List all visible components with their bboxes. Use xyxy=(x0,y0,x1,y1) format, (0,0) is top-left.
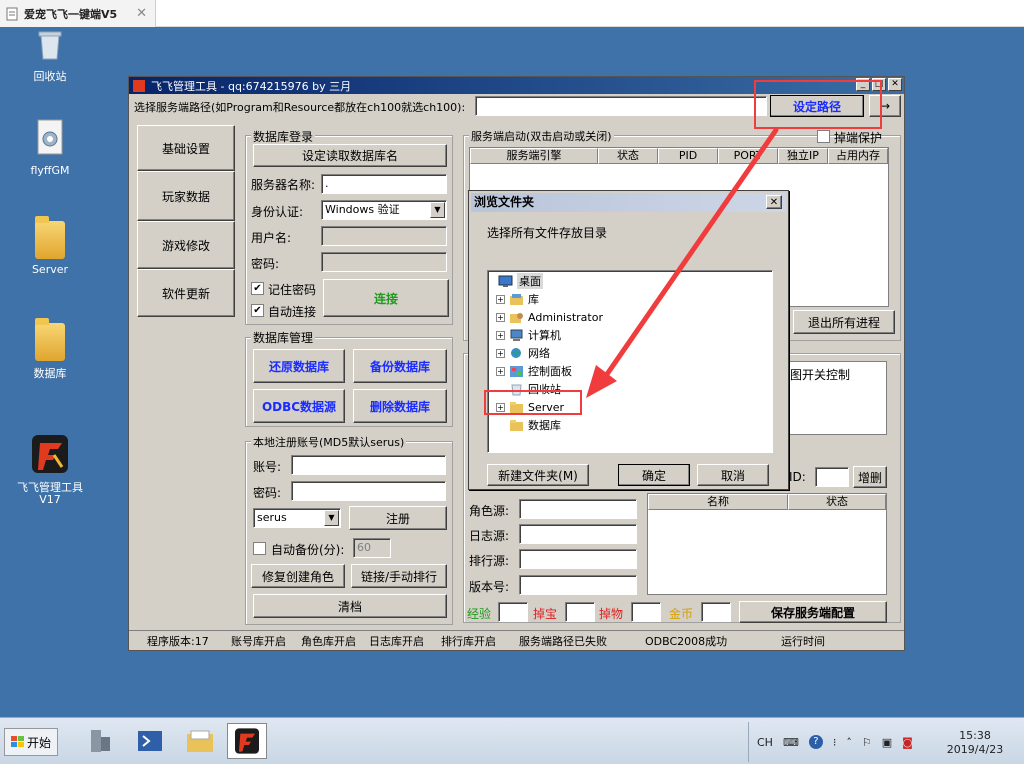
show-hidden-icons[interactable]: ˄ xyxy=(846,736,852,749)
start-button[interactable]: 开始 xyxy=(4,728,58,756)
taskbar: 开始 CH ⌨ ? ⁝ ˄ ⚐ ▣ ◙ 15:38 2019/4/23 xyxy=(0,717,1024,764)
flyff-logo-icon xyxy=(235,728,259,754)
network-tray-icon[interactable]: ▣ xyxy=(882,736,892,749)
windows-logo-icon xyxy=(10,736,24,747)
language-indicator[interactable]: CH xyxy=(757,736,773,749)
taskbar-manager-tool[interactable] xyxy=(227,723,267,759)
flag-icon[interactable]: ⚐ xyxy=(862,736,872,749)
options-icon[interactable]: ⁝ xyxy=(833,736,837,749)
help-icon[interactable]: ? xyxy=(808,735,823,749)
taskbar-explorer[interactable] xyxy=(180,723,220,759)
annotation-arrow xyxy=(586,127,779,398)
keyboard-icon[interactable]: ⌨ xyxy=(783,736,799,749)
taskbar-powershell[interactable] xyxy=(130,723,170,759)
powershell-icon xyxy=(138,731,162,751)
server-manager-icon xyxy=(91,730,110,752)
system-tray: CH ⌨ ? ⁝ ˄ ⚐ ▣ ◙ xyxy=(748,722,913,762)
clock-date: 2019/4/23 xyxy=(946,743,1004,756)
taskbar-server-manager[interactable] xyxy=(80,723,120,759)
start-label: 开始 xyxy=(26,735,51,750)
clock-time: 15:38 xyxy=(959,729,991,742)
clock[interactable]: 15:38 2019/4/23 xyxy=(946,729,1004,757)
explorer-icon xyxy=(187,730,213,752)
volume-muted-icon[interactable]: ◙ xyxy=(902,736,913,749)
